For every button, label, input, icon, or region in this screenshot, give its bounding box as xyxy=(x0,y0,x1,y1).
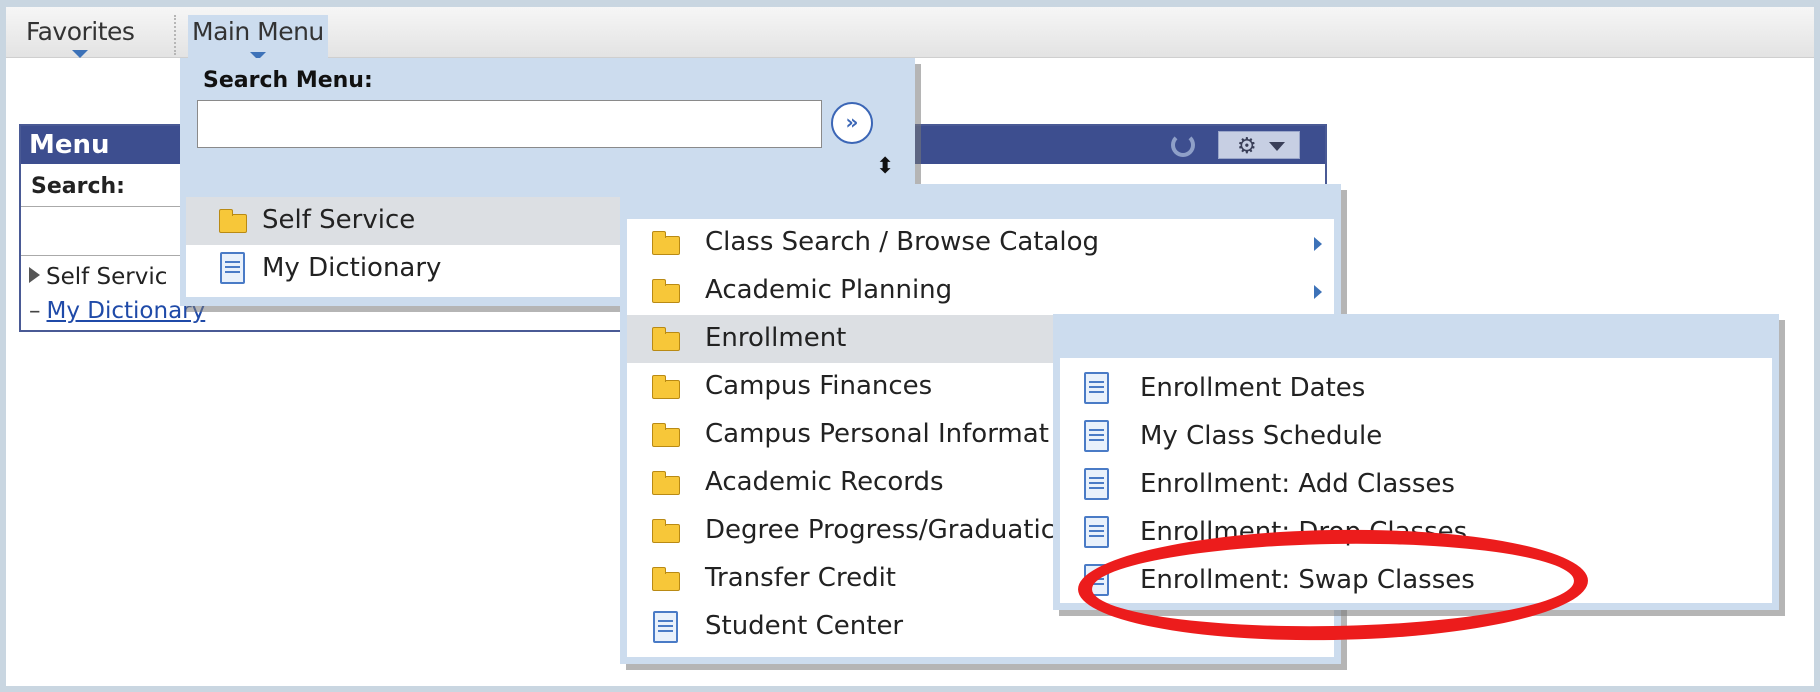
menu-item-label: Enrollment xyxy=(705,323,847,353)
search-go-button[interactable]: » xyxy=(831,102,873,144)
menu-item-label: Student Center xyxy=(705,611,904,641)
pagelet-options-button[interactable]: ⚙ xyxy=(1218,131,1300,159)
menu-item-my-class-schedule[interactable]: My Class Schedule xyxy=(1060,413,1772,461)
folder-icon xyxy=(652,471,680,495)
document-icon xyxy=(1084,372,1109,404)
search-menu-input[interactable] xyxy=(197,100,822,148)
menu-item-label: Academic Records xyxy=(705,467,944,497)
folder-icon xyxy=(652,279,680,303)
nav-separator xyxy=(174,15,176,55)
menu-item-label: Class Search / Browse Catalog xyxy=(705,227,1100,257)
pagelet-title: Menu xyxy=(29,130,110,160)
chevron-down-icon xyxy=(72,50,89,58)
menu-item-label: Self Service xyxy=(262,205,416,235)
top-nav-bar: Favorites Main Menu xyxy=(6,7,1814,60)
document-icon xyxy=(1084,468,1109,500)
double-chevron-right-icon: » xyxy=(845,110,859,134)
document-icon xyxy=(1084,516,1109,548)
my-dictionary-link[interactable]: – My Dictionary xyxy=(29,298,205,324)
favorites-label: Favorites xyxy=(26,17,135,46)
document-icon xyxy=(220,252,245,284)
tree-item-self-service[interactable]: Self Servic xyxy=(29,264,167,290)
folder-icon xyxy=(652,567,680,591)
menu-item-label: My Dictionary xyxy=(262,253,442,283)
menu-item-academic-planning[interactable]: Academic Planning xyxy=(627,267,1334,315)
menu-item-label: Enrollment: Add Classes xyxy=(1140,469,1455,499)
folder-icon xyxy=(652,375,680,399)
document-icon xyxy=(1084,420,1109,452)
folder-icon xyxy=(652,231,680,255)
folder-icon xyxy=(652,327,680,351)
menu-item-class-search[interactable]: Class Search / Browse Catalog xyxy=(627,219,1334,267)
main-menu-label: Main Menu xyxy=(192,17,324,46)
main-menu-tab[interactable]: Main Menu xyxy=(188,15,328,60)
chevron-right-icon xyxy=(1314,285,1322,299)
menu-item-add-classes[interactable]: Enrollment: Add Classes xyxy=(1060,461,1772,509)
sort-icon[interactable]: ⬍ xyxy=(876,154,894,179)
menu-item-label: Campus Finances xyxy=(705,371,933,401)
gear-icon: ⚙ xyxy=(1237,134,1257,159)
menu-item-label: Campus Personal Informat xyxy=(705,419,1049,449)
menu-item-label: Degree Progress/Graduatic xyxy=(705,515,1056,545)
pagelet-search-label: Search: xyxy=(31,174,125,199)
menu-item-label: Academic Planning xyxy=(705,275,953,305)
menu-item-enrollment-dates[interactable]: Enrollment Dates xyxy=(1060,365,1772,413)
document-icon xyxy=(653,611,678,643)
chevron-right-icon xyxy=(1314,237,1322,251)
menu-item-label: Enrollment Dates xyxy=(1140,373,1366,403)
refresh-icon[interactable] xyxy=(1171,133,1195,157)
menu-item-label: Transfer Credit xyxy=(705,563,897,593)
search-menu-label: Search Menu: xyxy=(203,68,373,93)
tree-dash: – xyxy=(29,298,41,324)
folder-icon xyxy=(219,209,247,233)
menu-item-label: My Class Schedule xyxy=(1140,421,1383,451)
favorites-menu[interactable]: Favorites xyxy=(26,17,135,58)
folder-icon xyxy=(652,423,680,447)
chevron-down-icon xyxy=(1269,142,1285,151)
expand-triangle-icon xyxy=(29,267,40,283)
folder-icon xyxy=(652,519,680,543)
tree-item-label: Self Servic xyxy=(46,264,168,290)
